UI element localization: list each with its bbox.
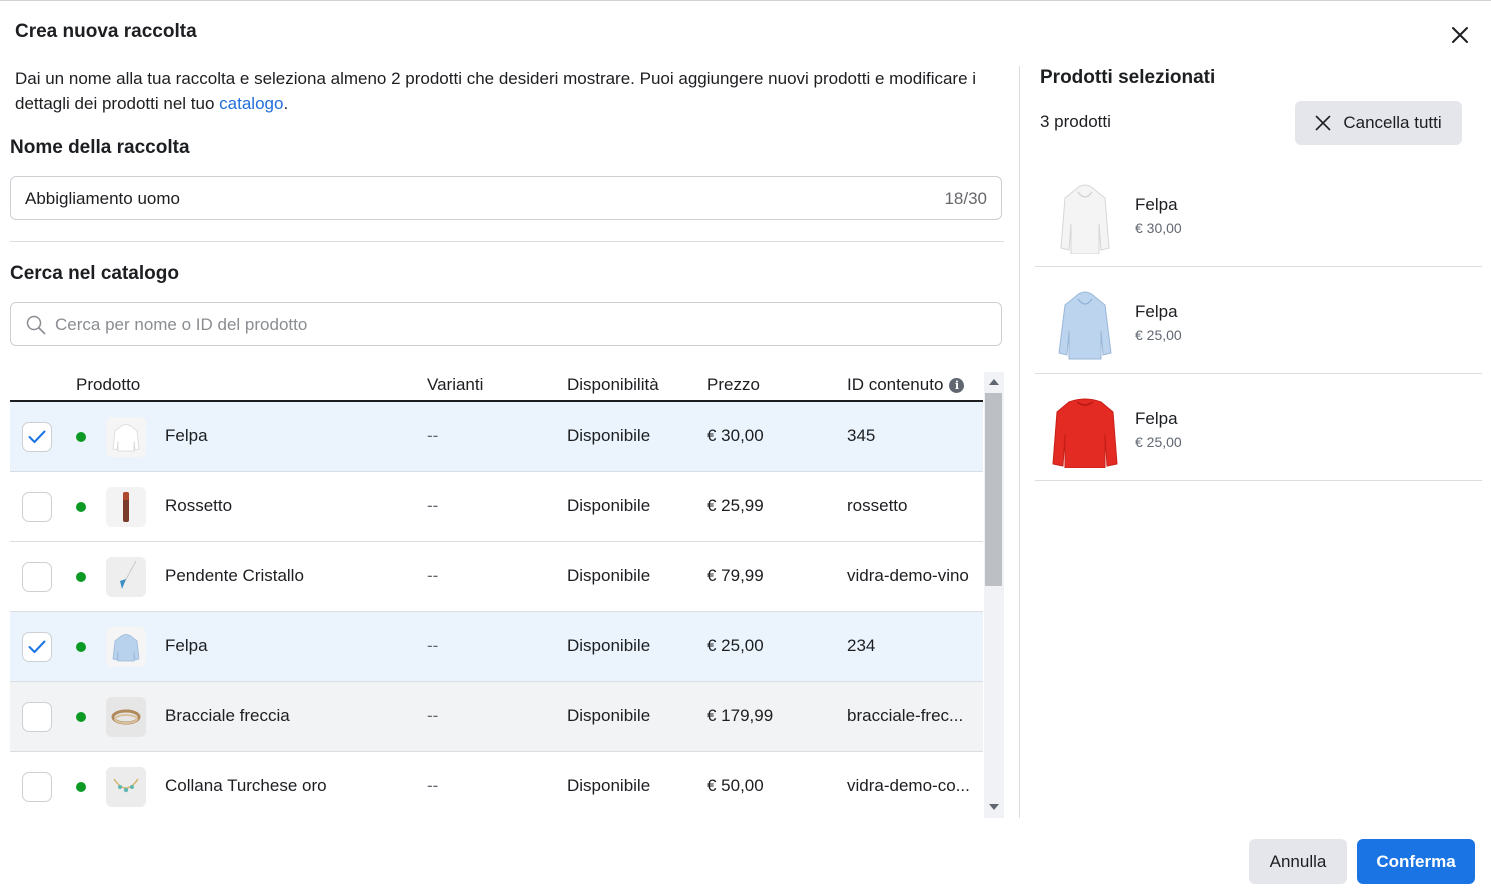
product-availability: Disponibile [567, 496, 651, 515]
catalog-search-input[interactable]: Cerca per nome o ID del prodotto [10, 302, 1002, 346]
product-name: Felpa [165, 426, 208, 445]
table-row[interactable]: Pendente Cristallo -- Disponibile € 79,9… [10, 542, 983, 612]
table-row[interactable]: Collana Turchese oro -- Disponibile € 50… [10, 752, 983, 822]
column-header-availability: Disponibilità [567, 375, 659, 394]
close-icon [1452, 27, 1468, 43]
table-row[interactable]: Felpa -- Disponibile € 30,00 345 [10, 402, 983, 472]
selected-product-name: Felpa [1135, 195, 1178, 214]
product-name: Bracciale freccia [165, 706, 290, 725]
selected-product-item: Felpa € 25,00 [1035, 267, 1482, 374]
availability-dot [76, 432, 86, 442]
collection-name-input[interactable]: Abbigliamento uomo 18/30 [10, 176, 1002, 220]
confirm-button[interactable]: Conferma [1357, 839, 1475, 884]
table-row[interactable]: Bracciale freccia -- Disponibile € 179,9… [10, 682, 983, 752]
product-variants: -- [427, 636, 439, 655]
character-counter: 18/30 [944, 189, 987, 208]
scrollbar-thumb[interactable] [985, 393, 1002, 586]
selected-product-price: € 25,00 [1135, 434, 1182, 450]
collection-name-value: Abbigliamento uomo [25, 189, 180, 208]
product-thumbnail [106, 487, 146, 527]
scroll-down-icon[interactable] [989, 804, 999, 810]
column-header-product: Prodotto [76, 375, 141, 394]
product-price: € 25,00 [707, 636, 764, 655]
product-name: Pendente Cristallo [165, 566, 304, 585]
product-availability: Disponibile [567, 426, 651, 445]
product-price: € 25,99 [707, 496, 764, 515]
search-icon [25, 314, 47, 341]
selected-product-price: € 25,00 [1135, 327, 1182, 343]
product-variants: -- [427, 776, 439, 795]
product-availability: Disponibile [567, 706, 651, 725]
product-thumbnail [106, 627, 146, 667]
collection-name-label: Nome della raccolta [10, 137, 190, 158]
selected-products-count: 3 prodotti [1040, 112, 1111, 131]
selected-product-name: Felpa [1135, 302, 1178, 321]
product-availability: Disponibile [567, 636, 651, 655]
column-header-content-id: ID contenuto i [847, 375, 965, 395]
scroll-up-icon[interactable] [989, 379, 999, 385]
availability-dot [76, 712, 86, 722]
checkmark-icon [28, 640, 46, 653]
product-thumbnail [106, 417, 146, 457]
product-price: € 50,00 [707, 776, 764, 795]
product-variants: -- [427, 706, 439, 725]
availability-dot [76, 782, 86, 792]
product-content-id: 345 [847, 426, 876, 445]
product-name: Rossetto [165, 496, 233, 515]
row-checkbox[interactable] [22, 772, 52, 802]
selected-product-thumbnail [1045, 388, 1125, 469]
product-price: € 30,00 [707, 426, 764, 445]
product-content-id: vidra-demo-vino [847, 566, 969, 585]
catalog-search-label: Cerca nel catalogo [10, 263, 179, 284]
section-divider [10, 241, 1004, 242]
selected-product-thumbnail [1045, 174, 1125, 255]
column-header-variants: Varianti [427, 375, 484, 394]
row-checkbox[interactable] [22, 702, 52, 732]
dialog-description: Dai un nome alla tua raccolta e selezion… [15, 69, 977, 113]
window-top-border [0, 0, 1491, 1]
checkmark-icon [28, 430, 46, 443]
close-button[interactable] [1444, 20, 1476, 50]
selected-product-thumbnail [1045, 281, 1125, 361]
product-content-id: vidra-demo-co... [847, 776, 970, 795]
catalog-link[interactable]: catalogo [219, 94, 283, 113]
product-name: Felpa [165, 636, 208, 655]
clear-all-button[interactable]: Cancella tutti [1295, 101, 1462, 145]
product-thumbnail [106, 557, 146, 597]
row-checkbox[interactable] [22, 422, 52, 452]
product-variants: -- [427, 426, 439, 445]
product-variants: -- [427, 566, 439, 585]
selected-product-item: Felpa € 25,00 [1035, 374, 1482, 481]
product-availability: Disponibile [567, 776, 651, 795]
product-thumbnail [106, 767, 146, 807]
table-row[interactable]: Rossetto -- Disponibile € 25,99 rossetto [10, 472, 983, 542]
product-content-id: bracciale-frec... [847, 706, 964, 725]
search-placeholder: Cerca per nome o ID del prodotto [55, 315, 308, 334]
row-checkbox[interactable] [22, 632, 52, 662]
availability-dot [76, 572, 86, 582]
row-checkbox[interactable] [22, 562, 52, 592]
availability-dot [76, 502, 86, 512]
availability-dot [76, 642, 86, 652]
selected-products-title: Prodotti selezionati [1040, 67, 1216, 88]
dialog-title: Crea nuova raccolta [15, 21, 197, 42]
column-header-price: Prezzo [707, 375, 760, 394]
selected-product-price: € 30,00 [1135, 220, 1182, 236]
product-content-id: rossetto [847, 496, 908, 515]
product-content-id: 234 [847, 636, 876, 655]
info-icon[interactable]: i [949, 378, 965, 393]
product-availability: Disponibile [567, 566, 651, 585]
product-variants: -- [427, 496, 439, 515]
product-thumbnail [106, 697, 146, 737]
panel-divider [1019, 66, 1020, 818]
table-row[interactable]: Felpa -- Disponibile € 25,00 234 [10, 612, 983, 682]
close-icon [1316, 115, 1331, 131]
product-name: Collana Turchese oro [165, 776, 327, 795]
product-price: € 179,99 [707, 706, 774, 725]
row-checkbox[interactable] [22, 492, 52, 522]
product-price: € 79,99 [707, 566, 764, 585]
selected-product-item: Felpa € 30,00 [1035, 160, 1482, 267]
selected-product-name: Felpa [1135, 409, 1178, 428]
cancel-button[interactable]: Annulla [1249, 839, 1347, 884]
